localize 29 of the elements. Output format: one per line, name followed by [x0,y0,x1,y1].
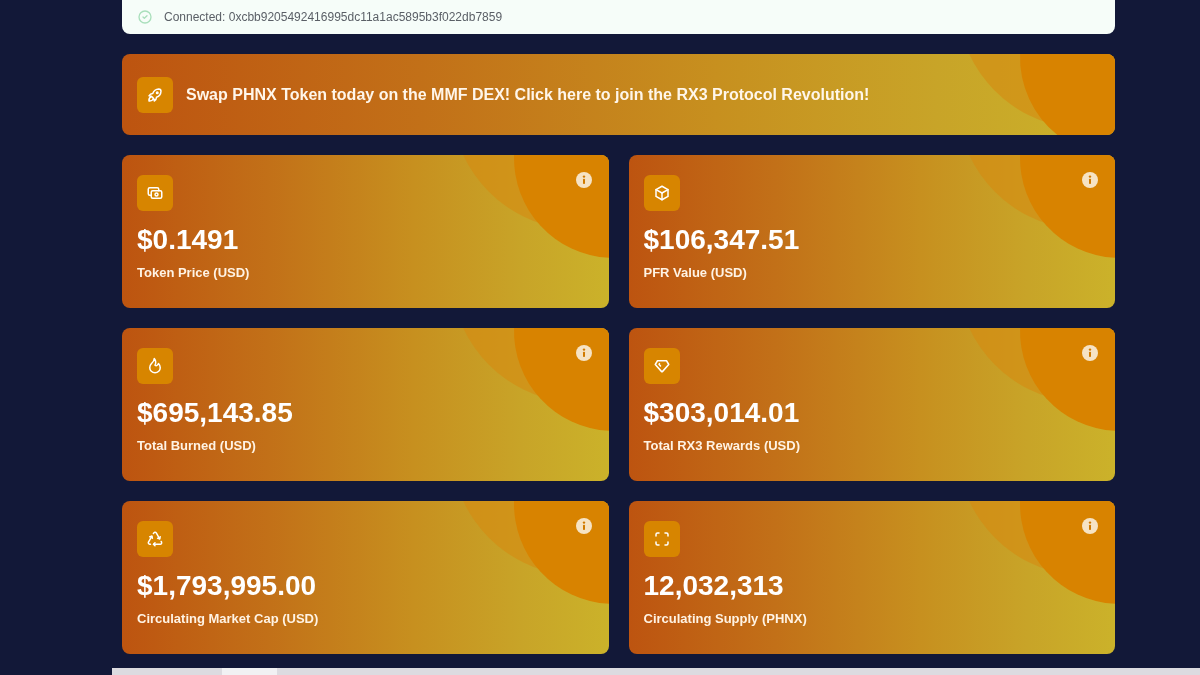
horizontal-scrollbar[interactable] [112,668,1200,675]
stat-label: PFR Value (USD) [643,265,747,280]
stat-label: Total RX3 Rewards (USD) [643,438,800,453]
stat-value: $1,793,995.00 [137,570,317,602]
flame-icon [137,348,173,384]
stat-value: $695,143.85 [137,397,293,429]
scrollbar-thumb[interactable] [222,668,277,675]
stat-label: Token Price (USD) [137,265,250,280]
info-icon[interactable] [575,345,592,361]
recycle-icon [137,521,173,557]
cash-icon [137,175,173,211]
rocket-icon [137,76,173,113]
stat-value: $303,014.01 [643,397,800,429]
cube-icon [643,175,680,211]
stat-value: $0.1491 [137,224,239,256]
corners-icon [643,521,680,557]
info-icon[interactable] [575,172,592,188]
info-icon[interactable] [1082,345,1098,361]
stat-label: Total Burned (USD) [137,438,256,453]
info-icon[interactable] [1082,518,1098,534]
connection-status-text: Connected: 0xcbb9205492416995dc11a1ac5895b3f022db7859 [164,10,503,24]
stat-value: $106,347.51 [643,224,800,256]
stat-value: 12,032,313 [643,570,784,602]
info-icon[interactable] [575,518,592,534]
promo-link[interactable]: Swap PHNX Token today on the MMF DEX! Click here to join the RX3 Protocol Revolution! [122,54,1115,135]
info-icon[interactable] [1082,172,1098,188]
stat-label: Circulating Supply (PHNX) [643,611,807,626]
check-circle-icon [137,9,153,25]
stat-label: Circulating Market Cap (USD) [137,611,319,626]
